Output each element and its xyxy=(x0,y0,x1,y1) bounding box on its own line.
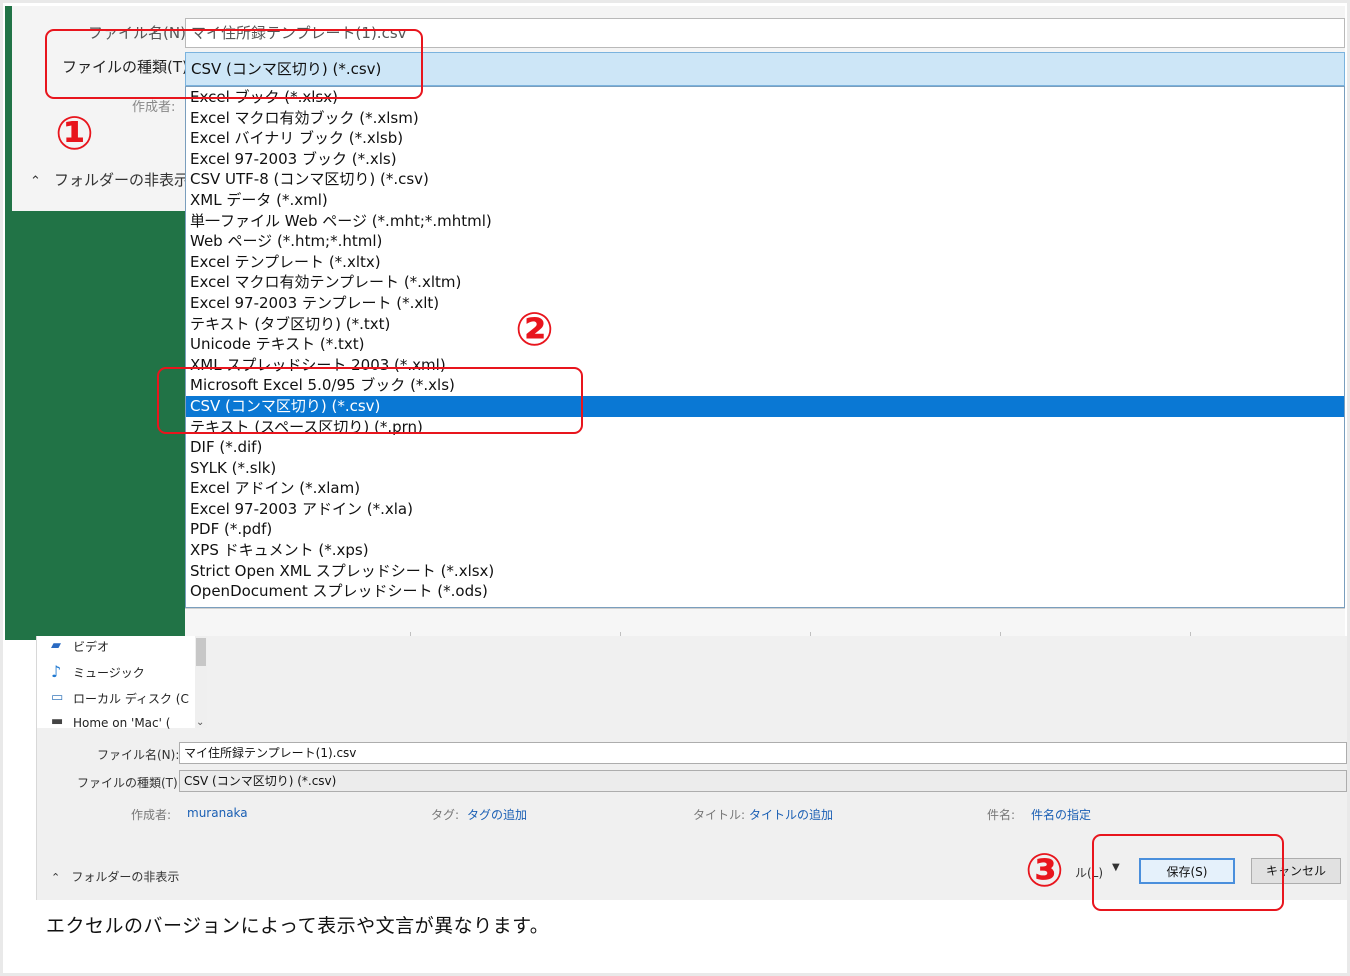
subject-label: 件名: xyxy=(987,808,1016,822)
music-icon: ♪ xyxy=(51,662,62,681)
filetype-option[interactable]: Unicode テキスト (*.txt) xyxy=(186,334,1344,355)
step2-number: ② xyxy=(515,302,554,356)
step1-number: ① xyxy=(55,106,94,160)
filetype-option[interactable]: XPS ドキュメント (*.xps) xyxy=(186,540,1344,561)
nav-item-home-mac[interactable]: Home on 'Mac' ( xyxy=(73,716,170,730)
filetype-option[interactable]: 単一ファイル Web ページ (*.mht;*.mhtml) xyxy=(186,211,1344,232)
filetype-option[interactable]: CSV UTF-8 (コンマ区切り) (*.csv) xyxy=(186,169,1344,190)
filetype-option[interactable]: Excel 97-2003 テンプレート (*.xlt) xyxy=(186,293,1344,314)
filetype-select[interactable]: CSV (コンマ区切り) (*.csv) xyxy=(179,770,1347,792)
filetype-option[interactable]: Excel バイナリ ブック (*.xlsb) xyxy=(186,128,1344,149)
filetype-option[interactable]: DIF (*.dif) xyxy=(186,437,1344,458)
caption-note: エクセルのバージョンによって表示や文言が異なります。 xyxy=(46,915,550,937)
filename-field[interactable]: マイ住所録テンプレート(1).csv xyxy=(179,742,1347,764)
filetype-option[interactable]: Excel テンプレート (*.xltx) xyxy=(186,252,1344,273)
author-label: 作成者: xyxy=(131,808,172,822)
hide-folders-toggle[interactable]: ⌃ フォルダーの非表示 xyxy=(51,866,179,885)
filetype-option[interactable]: Excel 97-2003 ブック (*.xls) xyxy=(186,149,1344,170)
video-icon: ▰ xyxy=(51,638,61,653)
step3-highlight-box xyxy=(1092,834,1284,911)
title-label: タイトル: xyxy=(693,808,746,822)
chevron-down-icon[interactable]: ⌄ xyxy=(196,717,204,728)
step1-highlight-box xyxy=(45,29,423,99)
nav-scrollbar[interactable]: ⌄ xyxy=(195,636,207,728)
filename-label: ファイル名(N): xyxy=(97,748,180,762)
nav-item-video[interactable]: ビデオ xyxy=(73,638,109,655)
hide-folders-label: フォルダーの非表示 xyxy=(54,171,190,189)
filetype-option[interactable]: Web ページ (*.htm;*.html) xyxy=(186,231,1344,252)
step2-highlight-box xyxy=(157,367,583,434)
filetype-option[interactable]: Excel 97-2003 アドイン (*.xla) xyxy=(186,499,1344,520)
filetype-option[interactable]: OpenDocument スプレッドシート (*.ods) xyxy=(186,581,1344,602)
title-value[interactable]: タイトルの追加 xyxy=(749,806,833,823)
disk-icon: ▭ xyxy=(51,690,64,705)
filetype-option[interactable]: Excel マクロ有効ブック (*.xlsm) xyxy=(186,108,1344,129)
chevron-up-icon: ⌃ xyxy=(51,871,61,884)
tag-label: タグ: xyxy=(431,808,460,822)
hide-folders-toggle[interactable]: ⌃ フォルダーの非表示 xyxy=(30,169,189,190)
filetype-option[interactable]: テキスト (タブ区切り) (*.txt) xyxy=(186,314,1344,335)
tag-value[interactable]: タグの追加 xyxy=(467,806,527,823)
filetype-option[interactable]: Excel アドイン (*.xlam) xyxy=(186,478,1344,499)
network-drive-icon: ▬ xyxy=(51,714,64,729)
folder-navigation-pane: ▰ ビデオ ♪ ミュージック ▭ ローカル ディスク (C ▬ Home on … xyxy=(37,636,207,730)
filetype-option[interactable]: Excel マクロ有効テンプレート (*.xltm) xyxy=(186,272,1344,293)
hide-folders-label: フォルダーの非表示 xyxy=(71,870,180,884)
subject-value[interactable]: 件名の指定 xyxy=(1031,806,1091,823)
step3-number: ③ xyxy=(1025,843,1064,897)
filetype-label: ファイルの種類(T): xyxy=(77,776,182,790)
nav-scrollbar-thumb[interactable] xyxy=(196,638,206,666)
nav-item-local-disk[interactable]: ローカル ディスク (C xyxy=(73,690,189,707)
save-dialog-zoomed: ファイル名(N): ファイルの種類(T): 作成者: ⌃ フォルダーの非表示 マ… xyxy=(5,6,1345,640)
filetype-dropdown-list[interactable]: Excel ブック (*.xlsx) Excel マクロ有効ブック (*.xlsm… xyxy=(185,86,1345,608)
filetype-option[interactable]: SYLK (*.slk) xyxy=(186,458,1344,479)
filetype-option[interactable]: Strict Open XML スプレッドシート (*.xlsx) xyxy=(186,561,1344,582)
filetype-option[interactable]: PDF (*.pdf) xyxy=(186,519,1344,540)
chevron-up-icon: ⌃ xyxy=(30,174,41,189)
author-value[interactable]: muranaka xyxy=(187,806,248,820)
filetype-option[interactable]: XML データ (*.xml) xyxy=(186,190,1344,211)
nav-item-music[interactable]: ミュージック xyxy=(73,664,145,681)
